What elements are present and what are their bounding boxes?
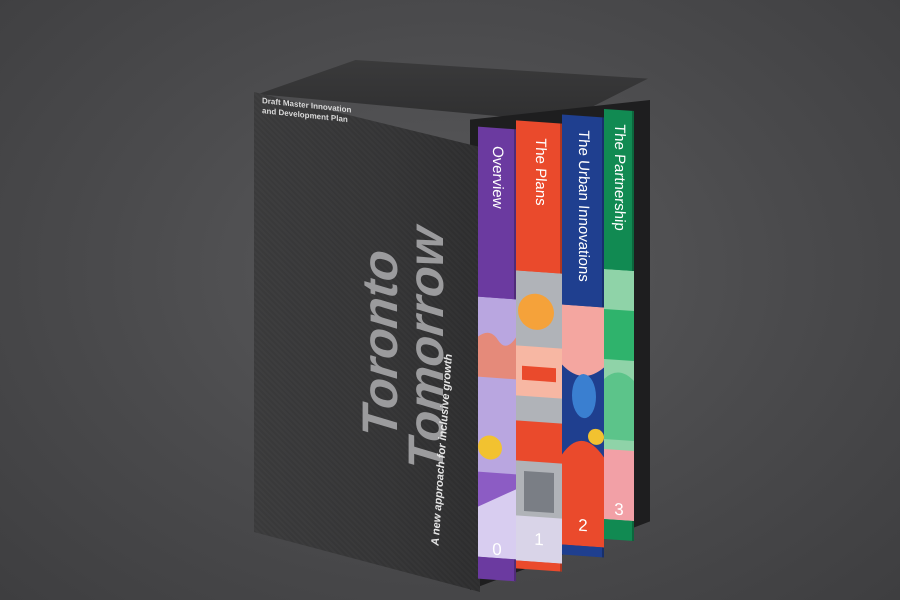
book-spine-partnership: The Partnership 3 — [604, 108, 634, 542]
spine-artwork — [562, 304, 604, 548]
book-number: 0 — [492, 539, 502, 560]
spine-artwork — [478, 296, 516, 560]
book-title: The Partnership — [611, 123, 628, 232]
book-number: 3 — [614, 499, 624, 520]
photo-scene: Draft Master Innovation and Development … — [0, 0, 900, 600]
title-line-1: Toronto — [352, 247, 408, 441]
book-number: 1 — [534, 529, 544, 550]
book-spine-overview: Overview 0 — [478, 126, 516, 582]
book-title: Overview — [489, 145, 506, 210]
spine-artwork — [604, 268, 634, 522]
book-spine-plans: The Plans 1 — [516, 120, 562, 572]
spine-artwork — [516, 270, 562, 564]
book-number: 2 — [578, 515, 588, 536]
book-title: The Urban Innovations — [575, 129, 592, 283]
book-spine-urban-innovations: The Urban Innovations 2 — [562, 114, 604, 558]
book-title: The Plans — [532, 137, 549, 207]
